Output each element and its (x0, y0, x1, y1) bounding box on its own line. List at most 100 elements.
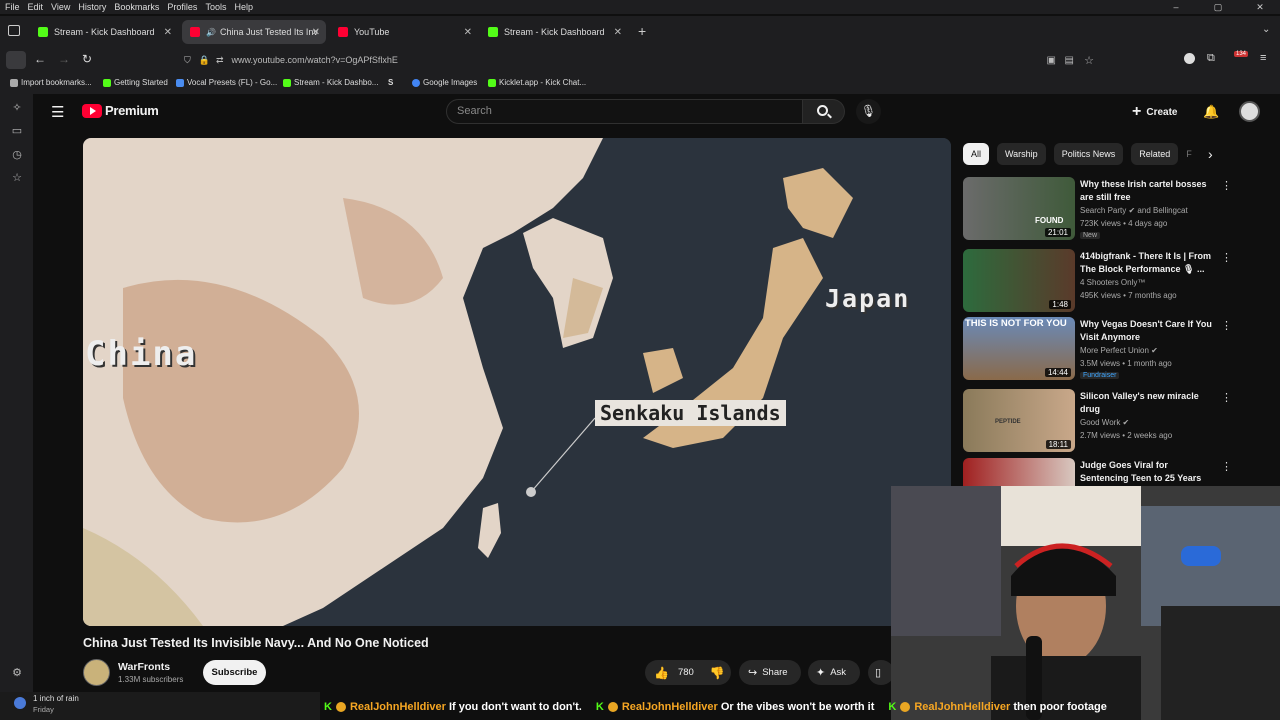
reload-icon[interactable]: ↻ (82, 52, 92, 66)
channel-avatar[interactable] (83, 659, 110, 686)
thumbs-down-icon[interactable]: 👎 (710, 666, 725, 680)
bookmark-getting-started[interactable]: Getting Started (103, 78, 168, 87)
history-icon[interactable]: ◷ (11, 149, 23, 161)
hamburger-menu-icon[interactable]: ☰ (51, 103, 64, 121)
shield-icon[interactable]: ⛉ (184, 55, 191, 66)
more-vertical-icon[interactable]: ⋮ (1221, 179, 1232, 192)
menu-edit[interactable]: Edit (28, 2, 44, 12)
pip-icon[interactable]: ▤ (1065, 55, 1074, 66)
close-tab-icon[interactable]: ✕ (312, 27, 320, 38)
settings-gear-icon[interactable]: ⚙ (11, 667, 23, 679)
tab-youtube[interactable]: YouTube ✕ (330, 20, 478, 44)
menu-tools[interactable]: Tools (205, 2, 226, 12)
chip-politics-news[interactable]: Politics News (1053, 143, 1124, 165)
extension-badge[interactable]: 134 (1234, 51, 1249, 57)
forward-icon[interactable]: → (58, 52, 70, 66)
sidebar-toggle-icon[interactable] (6, 51, 26, 69)
permissions-icon[interactable]: ⇄ (216, 55, 224, 66)
kick-icon: K (595, 701, 604, 713)
maximize-button[interactable]: ▢ (1201, 0, 1235, 14)
share-button[interactable]: ↪ Share (739, 660, 801, 685)
more-vertical-icon[interactable]: ⋮ (1221, 460, 1232, 473)
close-tab-icon[interactable]: ✕ (464, 27, 472, 38)
bookmark-kicklet[interactable]: Kicklet.app - Kick Chat... (488, 78, 586, 87)
recommendation-item[interactable]: PEPTIDE 18:11 Silicon Valley's new mirac… (963, 389, 1273, 453)
minimize-button[interactable]: – (1159, 0, 1193, 14)
bookmark-kick-dashboard[interactable]: Stream - Kick Dashbo... (283, 78, 378, 87)
video-thumbnail[interactable] (963, 458, 1075, 486)
recommendation-item[interactable]: THIS IS NOT FOR YOU 14:44 Why Vegas Does… (963, 317, 1273, 381)
bookmark-google-images[interactable]: Google Images (412, 78, 477, 87)
recommendation-item[interactable]: FOUND 21:01 Why these Irish cartel bosse… (963, 177, 1273, 241)
bookmark-vocal-presets[interactable]: Vocal Presets (FL) - Go... (176, 78, 277, 87)
more-vertical-icon[interactable]: ⋮ (1221, 251, 1232, 264)
microphone-icon[interactable]: 🎙 (856, 99, 881, 124)
more-vertical-icon[interactable]: ⋮ (1221, 319, 1232, 332)
tab-kick-dashboard-2[interactable]: Stream - Kick Dashboard ✕ (480, 20, 628, 44)
tab-overview-icon[interactable] (8, 25, 20, 36)
subscribe-button[interactable]: Subscribe (203, 660, 266, 685)
recommendation-title[interactable]: Why these Irish cartel bosses are still … (1080, 178, 1214, 204)
channel-name[interactable]: More Perfect Union ✔ (1080, 346, 1158, 355)
synced-tabs-icon[interactable]: ▭ (11, 125, 23, 137)
url-text[interactable]: www.youtube.com/watch?v=OgAPfSflxhE (232, 55, 398, 65)
chip-related[interactable]: Related (1131, 143, 1179, 165)
lock-icon[interactable]: 🔒 (199, 55, 210, 66)
tab-china-video[interactable]: 🔊 China Just Tested Its Invisib ✕ (182, 20, 326, 44)
video-thumbnail[interactable]: FOUND 21:01 (963, 177, 1075, 240)
create-button[interactable]: + Create (1132, 101, 1177, 123)
bookmark-s[interactable]: S (388, 78, 393, 87)
app-menu-icon[interactable]: ≡ (1260, 52, 1266, 64)
bookmark-import[interactable]: Import bookmarks... (10, 78, 92, 87)
youtube-logo[interactable]: Premium (82, 103, 159, 118)
ask-button[interactable]: ✦ Ask (808, 660, 860, 685)
channel-name[interactable]: WarFronts (118, 661, 170, 673)
chip-warship[interactable]: Warship (997, 143, 1046, 165)
menu-help[interactable]: Help (234, 2, 253, 12)
recommendation-title[interactable]: Silicon Valley's new miracle drug (1080, 390, 1214, 416)
channel-name[interactable]: 4 Shooters Only™ (1080, 278, 1145, 287)
search-input[interactable]: Search (446, 99, 803, 124)
close-tab-icon[interactable]: ✕ (164, 27, 172, 38)
ai-chat-icon[interactable]: ✧ (11, 102, 23, 114)
like-count[interactable]: 780 (678, 667, 694, 678)
address-bar[interactable]: ⛉ 🔒 ⇄ www.youtube.com/watch?v=OgAPfSflxh… (178, 50, 1100, 70)
chip-partial[interactable]: F (1186, 143, 1192, 165)
channel-name[interactable]: Good Work ✔ (1080, 418, 1129, 427)
menu-file[interactable]: File (5, 2, 20, 12)
search-button[interactable] (803, 99, 845, 124)
menu-profiles[interactable]: Profiles (167, 2, 197, 12)
recommendation-item[interactable]: Judge Goes Viral for Sentencing Teen to … (963, 458, 1273, 486)
recommendation-title[interactable]: Why Vegas Doesn't Care If You Visit Anym… (1080, 318, 1214, 344)
back-icon[interactable]: ← (34, 52, 46, 66)
menu-view[interactable]: View (51, 2, 70, 12)
recommendation-item[interactable]: 1:48 414bigfrank - There It Is | From Th… (963, 249, 1273, 313)
recommendation-title[interactable]: Judge Goes Viral for Sentencing Teen to … (1080, 459, 1214, 486)
recommendation-title[interactable]: 414bigfrank - There It Is | From The Blo… (1080, 250, 1214, 276)
bookmark-star-icon[interactable]: ☆ (1084, 54, 1094, 67)
avatar[interactable] (1239, 101, 1260, 122)
chip-all[interactable]: All (963, 143, 990, 165)
notifications-bell-icon[interactable]: 🔔 (1203, 104, 1219, 120)
menu-history[interactable]: History (78, 2, 106, 12)
video-thumbnail[interactable]: PEPTIDE 18:11 (963, 389, 1075, 452)
new-tab-button[interactable]: + (638, 23, 646, 39)
video-thumbnail[interactable]: 1:48 (963, 249, 1075, 312)
close-tab-icon[interactable]: ✕ (614, 27, 622, 38)
close-window-button[interactable]: ✕ (1243, 0, 1277, 14)
weather-text[interactable]: 1 inch of rain (33, 694, 79, 703)
tab-list-chevron-icon[interactable]: ⌄ (1262, 24, 1270, 35)
speaker-icon[interactable]: 🔊 (206, 28, 216, 37)
reader-view-icon[interactable]: ▣ (1047, 55, 1056, 66)
account-icon[interactable] (1184, 53, 1195, 64)
bookmarks-icon[interactable]: ☆ (11, 172, 23, 184)
chevron-right-icon[interactable]: › (1208, 146, 1213, 162)
extensions-icon[interactable]: ⧉ (1207, 52, 1215, 65)
menu-bookmarks[interactable]: Bookmarks (114, 2, 159, 12)
video-thumbnail[interactable]: THIS IS NOT FOR YOU 14:44 (963, 317, 1075, 380)
channel-name[interactable]: Search Party ✔ and Bellingcat (1080, 206, 1188, 215)
more-vertical-icon[interactable]: ⋮ (1221, 391, 1232, 404)
video-player[interactable]: China Japan Senkaku Islands (83, 138, 951, 626)
thumbs-up-icon[interactable]: 👍 (654, 666, 669, 680)
tab-kick-dashboard-1[interactable]: Stream - Kick Dashboard ✕ (30, 20, 178, 44)
